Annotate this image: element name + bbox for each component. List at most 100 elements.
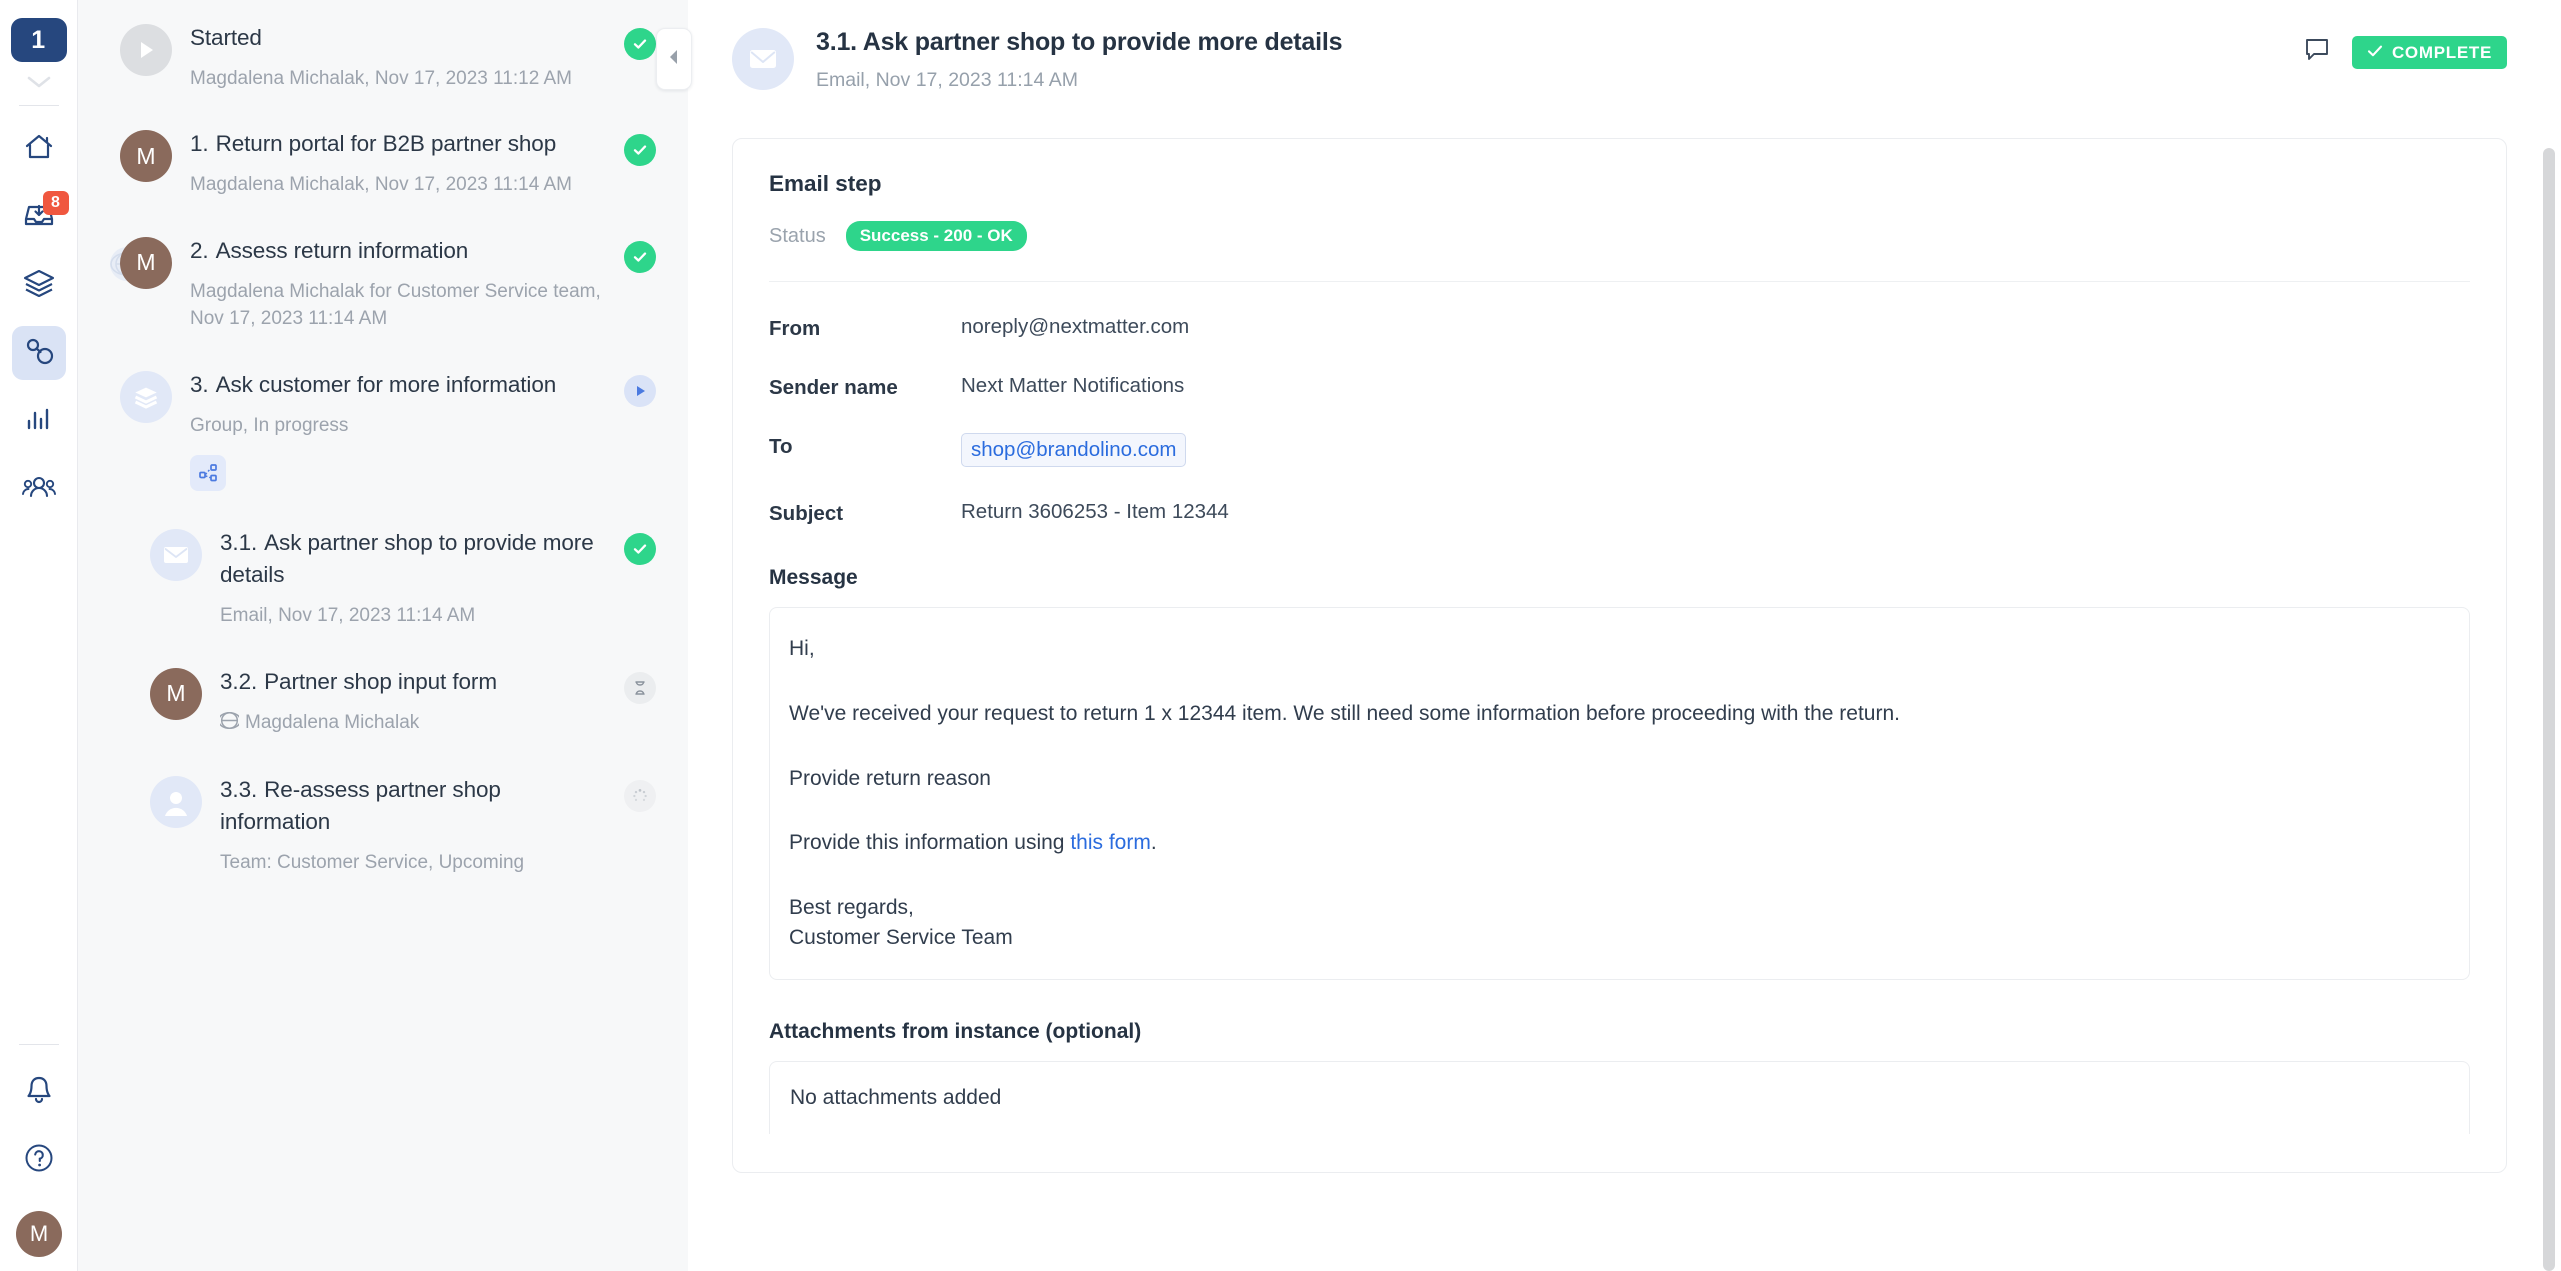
field-row-sender-name: Sender name Next Matter Notifications (769, 374, 2470, 400)
list-item[interactable]: 3.1. Ask partner shop to provide more det… (120, 527, 658, 629)
task-icon-wrap: M (150, 666, 212, 720)
sidebar-item-analytics[interactable] (12, 394, 66, 448)
status-row: Status Success - 200 - OK (769, 221, 2470, 251)
layers-circle-icon (120, 371, 172, 423)
scrollbar[interactable] (2543, 0, 2555, 1271)
sidebar-item-workflows[interactable] (12, 258, 66, 312)
list-item[interactable]: M 3.2. Partner shop input form Magdalena … (120, 666, 658, 738)
instances-icon (23, 336, 55, 371)
task-status (624, 128, 658, 167)
task-icon-wrap (150, 774, 212, 829)
step-detail-panel: 3.1. Ask partner shop to provide more de… (688, 0, 2561, 1271)
recipient-chip[interactable]: shop@brandolino.com (961, 433, 1187, 467)
status-badge-done-icon (624, 28, 656, 60)
app-root: 1 8 M Started Magdalena Michalak, Nov 17… (0, 0, 2561, 1271)
globe-icon (217, 711, 242, 739)
sidebar-item-instances[interactable] (11, 326, 66, 380)
message-greeting: Hi, (789, 637, 815, 660)
sidebar-item-help[interactable] (12, 1133, 66, 1187)
avatar: M (150, 667, 202, 720)
message-paragraph-3: Provide this information using this form… (789, 828, 2449, 858)
field-label: Subject (769, 502, 844, 525)
task-status (624, 774, 658, 813)
list-item[interactable]: 3.3. Re-assess partner shop information T… (120, 774, 658, 876)
complete-button[interactable]: COMPLETE (2351, 36, 2507, 69)
scrollbar-thumb[interactable] (2543, 148, 2555, 1271)
sidebar-item-inbox[interactable]: 8 (12, 190, 69, 244)
avatar: M (120, 130, 172, 183)
detail-header: 3.1. Ask partner shop to provide more de… (732, 22, 2507, 92)
comment-icon[interactable] (2304, 37, 2330, 68)
person-circle-icon (150, 776, 202, 829)
task-status (624, 22, 658, 60)
message-paragraph-3-post: . (1150, 831, 1157, 855)
field-label: To (769, 435, 793, 458)
task-body: 1. Return portal for B2B partner shop Mag… (182, 128, 624, 198)
message-signoff: Best regards, Customer Service Team (789, 893, 2449, 953)
task-icon-wrap (120, 22, 182, 76)
task-body: 3. Ask customer for more information Grou… (182, 369, 624, 492)
page-subtitle: Email, Nov 17, 2023 11:14 AM (816, 69, 1078, 91)
task-body: 3.2. Partner shop input form Magdalena Mi… (212, 666, 624, 738)
chevron-down-icon[interactable] (26, 69, 52, 95)
subgroup-nodes-icon[interactable] (190, 455, 226, 492)
task-body: Started Magdalena Michalak, Nov 17, 2023… (182, 22, 624, 92)
avatar[interactable]: M (16, 1211, 62, 1257)
task-title: Started (190, 25, 262, 50)
task-status (624, 235, 658, 273)
status-badge-waiting-icon (624, 671, 656, 704)
task-status (624, 369, 658, 407)
field-label: Sender name (769, 376, 898, 399)
envelope-circle-icon (150, 529, 202, 582)
task-icon-wrap: M (110, 235, 182, 289)
avatar: M (120, 236, 172, 289)
rail-divider (18, 105, 59, 106)
task-meta: Email, Nov 17, 2023 11:14 AM (220, 605, 476, 627)
task-title: 3.3. Re-assess partner shop information (220, 777, 501, 835)
chevron-left-icon (666, 47, 682, 72)
task-title: 2. Assess return information (190, 237, 469, 263)
layers-icon (22, 268, 56, 303)
task-title: 3.2. Partner shop input form (220, 668, 497, 694)
sidebar-item-home[interactable] (12, 122, 66, 176)
play-circle-icon (120, 24, 172, 76)
analytics-icon (23, 405, 55, 438)
signoff-line-2: Customer Service Team (789, 926, 1013, 950)
task-meta: Magdalena Michalak, Nov 17, 2023 11:14 A… (190, 174, 572, 196)
field-value: shop@brandolino.com (961, 433, 1187, 467)
detail-header-text: 3.1. Ask partner shop to provide more de… (794, 28, 2304, 92)
attachments-label: Attachments from instance (optional) (769, 1019, 1142, 1043)
rail-bottom-group: M (0, 1034, 78, 1257)
page-title: 3.1. Ask partner shop to provide more de… (816, 28, 1343, 56)
task-status (624, 527, 658, 566)
home-icon (23, 131, 55, 168)
task-icon-wrap: M (120, 128, 182, 183)
inbox-badge-count: 8 (42, 191, 69, 215)
field-label: From (769, 317, 821, 340)
org-switcher-badge[interactable]: 1 (10, 18, 67, 62)
this-form-link[interactable]: this form (1070, 831, 1151, 854)
task-body: 3.3. Re-assess partner shop information T… (212, 774, 624, 876)
sidebar-item-notifications[interactable] (12, 1065, 66, 1119)
attachments-empty-state: No attachments added (769, 1060, 2470, 1134)
list-item[interactable]: M 1. Return portal for B2B partner shop M… (120, 128, 658, 198)
task-body: 2. Assess return information Magdalena Mi… (182, 235, 624, 333)
field-value: Return 3606253 - Item 12344 (961, 500, 1229, 523)
list-item[interactable]: 3. Ask customer for more information Grou… (120, 369, 658, 492)
detail-actions: COMPLETE (2304, 28, 2507, 69)
status-badge-upcoming-icon (624, 780, 656, 813)
list-item[interactable]: M 2. Assess return information Magdalena … (110, 235, 658, 333)
task-icon-wrap (120, 369, 182, 423)
field-value: Next Matter Notifications (961, 374, 1185, 397)
status-badge-done-icon (624, 134, 656, 167)
card-title: Email step (769, 171, 882, 196)
bell-icon (24, 1074, 54, 1111)
collapse-panel-button[interactable] (656, 28, 692, 90)
email-step-card: Email step Status Success - 200 - OK Fro… (732, 138, 2507, 1173)
list-item[interactable]: Started Magdalena Michalak, Nov 17, 2023… (120, 22, 658, 92)
task-status (624, 666, 658, 704)
status-badge-done-icon (624, 533, 656, 566)
message-paragraph-3-pre: Provide this information using (789, 831, 1071, 855)
sidebar-item-team[interactable] (12, 462, 66, 516)
status-label: Status (769, 224, 826, 247)
